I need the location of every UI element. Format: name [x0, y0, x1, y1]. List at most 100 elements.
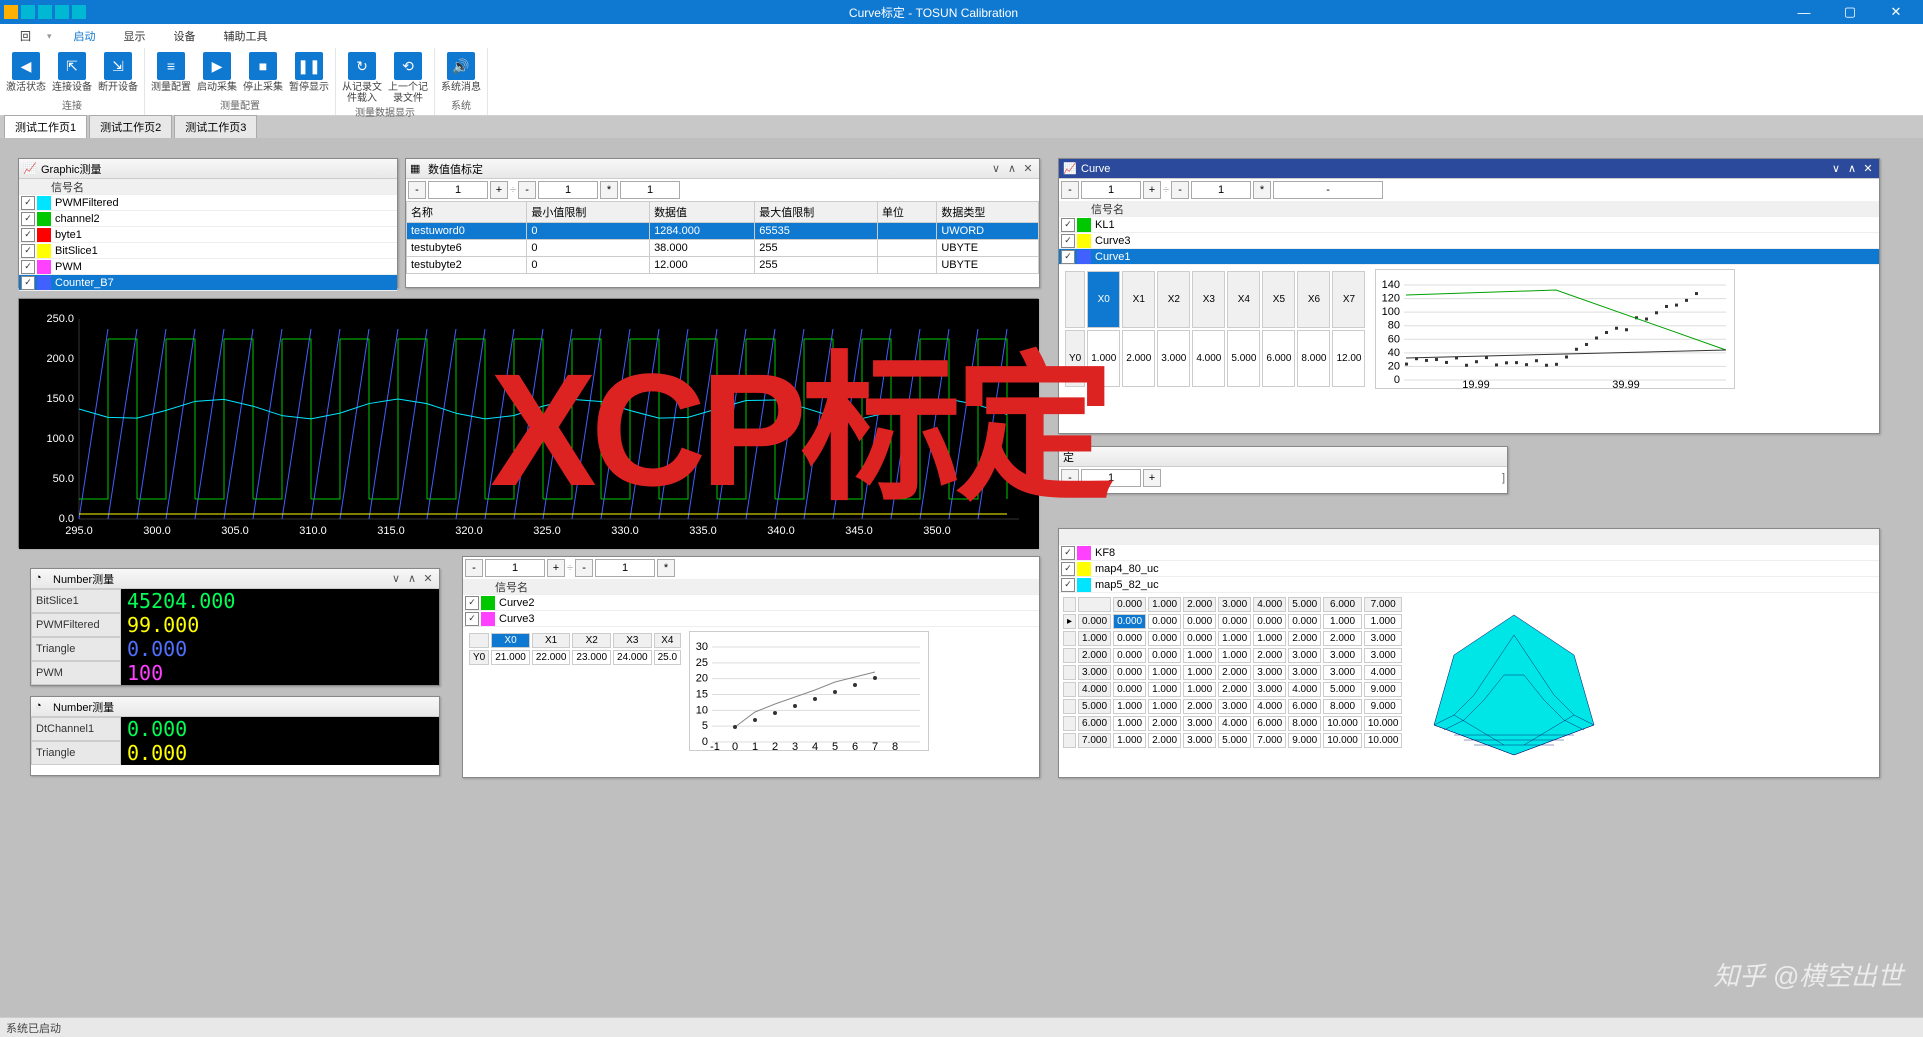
inc-button[interactable]: *: [600, 181, 618, 199]
inc-button[interactable]: *: [1253, 181, 1271, 199]
signal-row[interactable]: ✓Curve2: [463, 595, 1039, 611]
dec-button[interactable]: -: [1061, 469, 1079, 487]
spin-input[interactable]: [1081, 181, 1141, 199]
ribbon-激活状态[interactable]: ◀激活状态: [6, 52, 46, 93]
inc-button[interactable]: +: [490, 181, 508, 199]
worksheet-tab[interactable]: 测试工作页2: [89, 115, 172, 138]
spin-input[interactable]: [595, 559, 655, 577]
expand-icon[interactable]: ∧: [1005, 162, 1019, 175]
checkbox[interactable]: ✓: [465, 596, 479, 610]
dec-button[interactable]: -: [408, 181, 426, 199]
curve-grid[interactable]: X0X1X2X3X4X5X6X7Y01.0002.0003.0004.0005.…: [1063, 269, 1367, 389]
menu-display[interactable]: 显示: [112, 26, 158, 46]
close-icon[interactable]: ✕: [1861, 162, 1875, 175]
close-button[interactable]: ✕: [1873, 0, 1919, 24]
menu-device[interactable]: 设备: [162, 26, 208, 46]
signal-row[interactable]: ✓PWMFiltered: [19, 195, 397, 211]
collapse-icon[interactable]: ∨: [989, 162, 1003, 175]
checkbox[interactable]: ✓: [1061, 250, 1075, 264]
close-icon[interactable]: ✕: [421, 572, 435, 585]
checkbox[interactable]: ✓: [1061, 578, 1075, 592]
ribbon-连接设备[interactable]: ⇱连接设备: [52, 52, 92, 93]
dec-button[interactable]: -: [465, 559, 483, 577]
graphic-chart[interactable]: 0.050.0100.0150.0200.0250.0 295.0300.030…: [18, 298, 1038, 548]
ribbon-icon: ■: [249, 52, 277, 80]
spin-input[interactable]: [428, 181, 488, 199]
checkbox[interactable]: ✓: [21, 260, 35, 274]
checkbox[interactable]: ✓: [21, 228, 35, 242]
inc-button[interactable]: +: [547, 559, 565, 577]
maximize-button[interactable]: ▢: [1827, 0, 1873, 24]
value-cal-table[interactable]: 名称最小值限制数据值最大值限制单位数据类型testuword001284.000…: [406, 201, 1039, 274]
checkbox[interactable]: ✓: [1061, 218, 1075, 232]
spin-input[interactable]: [1081, 469, 1141, 487]
checkbox[interactable]: ✓: [21, 276, 35, 290]
menu-tools[interactable]: 辅助工具: [212, 26, 280, 46]
menu-file[interactable]: 回: [8, 26, 43, 46]
signal-row[interactable]: ✓channel2: [19, 211, 397, 227]
graphic-panel-header[interactable]: 📈 Graphic测量: [19, 159, 397, 179]
number-panel-1: ◔ Number测量 ∨∧✕ BitSlice145204.000PWMFilt…: [30, 568, 440, 686]
checkbox[interactable]: ✓: [21, 196, 35, 210]
number2-header[interactable]: ◔ Number测量: [31, 697, 439, 717]
spin-input[interactable]: [485, 559, 545, 577]
ribbon-暂停显示[interactable]: ❚❚暂停显示: [289, 52, 329, 93]
expand-icon[interactable]: ∧: [1845, 162, 1859, 175]
signal-row[interactable]: ✓map5_82_uc: [1059, 577, 1879, 593]
minimize-button[interactable]: —: [1781, 0, 1827, 24]
ribbon-上一个记录文件[interactable]: ⟲上一个记录文件: [388, 52, 428, 104]
expand-icon[interactable]: ∧: [405, 572, 419, 585]
number1-header[interactable]: ◔ Number测量 ∨∧✕: [31, 569, 439, 589]
dec-button[interactable]: -: [1171, 181, 1189, 199]
spin-input[interactable]: [538, 181, 598, 199]
spin-input[interactable]: [620, 181, 680, 199]
checkbox[interactable]: ✓: [21, 244, 35, 258]
signal-row[interactable]: ✓PWM: [19, 259, 397, 275]
signal-row[interactable]: ✓KF8: [1059, 545, 1879, 561]
dec-button[interactable]: -: [518, 181, 536, 199]
signal-row[interactable]: ✓Curve3: [1059, 233, 1879, 249]
checkbox[interactable]: ✓: [1061, 234, 1075, 248]
curve-small-grid[interactable]: X0X1X2X3X4Y021.00022.00023.00024.00025.0: [467, 631, 683, 667]
curve-small-chart[interactable]: 051015202530-1012345678: [689, 631, 929, 751]
collapse-icon[interactable]: ∨: [389, 572, 403, 585]
ribbon-停止采集[interactable]: ■停止采集: [243, 52, 283, 93]
spin-input[interactable]: [1273, 181, 1383, 199]
signal-row[interactable]: ✓KL1: [1059, 217, 1879, 233]
signal-row[interactable]: ✓BitSlice1: [19, 243, 397, 259]
mid-frag-header[interactable]: 定: [1059, 447, 1507, 467]
curve-panel-header[interactable]: 📈 Curve ∨∧✕: [1059, 159, 1879, 179]
collapse-icon[interactable]: ∨: [1829, 162, 1843, 175]
ribbon-断开设备[interactable]: ⇲断开设备: [98, 52, 138, 93]
ribbon-测量配置[interactable]: ≡测量配置: [151, 52, 191, 93]
dec-button[interactable]: -: [1061, 181, 1079, 199]
checkbox[interactable]: ✓: [21, 212, 35, 226]
statusbar: 系统已启动: [0, 1017, 1923, 1037]
surface-3d[interactable]: [1414, 595, 1614, 765]
ribbon-系统消息[interactable]: 🔊系统消息: [441, 52, 481, 93]
menu-start[interactable]: 启动: [62, 26, 108, 46]
inc-button[interactable]: +: [1143, 469, 1161, 487]
dec-button[interactable]: -: [575, 559, 593, 577]
inc-button[interactable]: *: [657, 559, 675, 577]
signal-row[interactable]: ✓Curve3: [463, 611, 1039, 627]
spin-input[interactable]: [1191, 181, 1251, 199]
checkbox[interactable]: ✓: [1061, 546, 1075, 560]
map-grid[interactable]: 0.0001.0002.0003.0004.0005.0006.0007.000…: [1061, 595, 1404, 750]
signal-row[interactable]: ✓Curve1: [1059, 249, 1879, 265]
signal-row[interactable]: ✓Counter_B7: [19, 275, 397, 291]
ribbon-从记录文件载入[interactable]: ↻从记录文件载入: [342, 52, 382, 104]
signal-row[interactable]: ✓byte1: [19, 227, 397, 243]
curve-chart[interactable]: 02040608010012014019.9939.99: [1375, 269, 1735, 389]
worksheet-tab[interactable]: 测试工作页1: [4, 115, 87, 138]
ribbon-启动采集[interactable]: ▶启动采集: [197, 52, 237, 93]
value-cal-header[interactable]: ▦ 数值值标定 ∨∧✕: [406, 159, 1039, 179]
close-icon[interactable]: ✕: [1021, 162, 1035, 175]
checkbox[interactable]: ✓: [1061, 562, 1075, 576]
worksheet-tab[interactable]: 测试工作页3: [174, 115, 257, 138]
signal-row[interactable]: ✓map4_80_uc: [1059, 561, 1879, 577]
checkbox[interactable]: ✓: [465, 612, 479, 626]
inc-button[interactable]: +: [1143, 181, 1161, 199]
map-signal-list: ✓KF8✓map4_80_uc✓map5_82_uc: [1059, 529, 1879, 593]
map-panel: ✓KF8✓map4_80_uc✓map5_82_uc 0.0001.0002.0…: [1058, 528, 1880, 778]
